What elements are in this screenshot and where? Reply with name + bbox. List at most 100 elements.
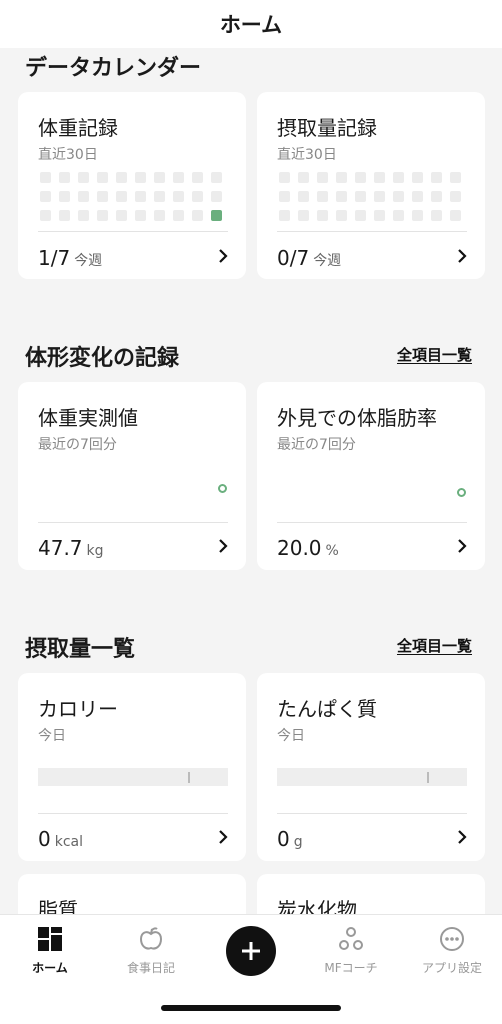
calendar-day xyxy=(412,172,423,183)
calendar-day xyxy=(173,172,184,183)
calendar-day xyxy=(192,172,203,183)
fat-card[interactable]: 脂質 xyxy=(18,874,246,914)
card-title: カロリー xyxy=(38,697,118,721)
calendar-day xyxy=(374,191,385,202)
calendar-day xyxy=(116,172,127,183)
card-title: 脂質 xyxy=(38,898,78,914)
calendar-day xyxy=(431,210,442,221)
calendar-day xyxy=(211,191,222,202)
intake-record-card[interactable]: 摂取量記録 直近30日 0/7 今週 xyxy=(257,92,485,279)
calendar-day xyxy=(78,191,89,202)
calendar-day xyxy=(59,191,70,202)
chevron-right-icon[interactable] xyxy=(455,249,469,263)
calendar-day xyxy=(393,191,404,202)
chevron-right-icon[interactable] xyxy=(216,539,230,553)
calendar-day xyxy=(431,191,442,202)
target-marker xyxy=(188,772,190,783)
card-title: 摂取量記録 xyxy=(277,116,377,140)
calendar-day xyxy=(336,172,347,183)
calendar-day xyxy=(393,172,404,183)
value-unit: 今週 xyxy=(74,253,103,269)
coach-dots-icon xyxy=(337,925,365,953)
calendar-day xyxy=(59,210,70,221)
calendar-day xyxy=(450,191,461,202)
protein-card[interactable]: たんぱく質 今日 0 g xyxy=(257,673,485,861)
value-number: 0 xyxy=(38,827,51,851)
calendar-day xyxy=(298,191,309,202)
card-value: 0 kcal xyxy=(38,827,83,851)
tab-mf-coach[interactable]: MFコーチ xyxy=(306,925,396,976)
card-value: 1/7 今週 xyxy=(38,246,102,270)
carbohydrate-card[interactable]: 炭水化物 xyxy=(257,874,485,914)
calendar-day xyxy=(97,172,108,183)
tab-home[interactable]: ホーム xyxy=(5,925,95,976)
page-title: ホーム xyxy=(219,13,283,37)
value-number: 20.0 xyxy=(277,536,322,560)
calendar-day xyxy=(450,172,461,183)
tab-label: 食事日記 xyxy=(126,961,175,975)
calendar-day-recorded xyxy=(211,210,222,221)
calendar-day xyxy=(192,210,203,221)
calendar-day xyxy=(412,191,423,202)
calendar-day xyxy=(355,172,366,183)
add-record-button[interactable] xyxy=(226,926,276,976)
calendar-day xyxy=(412,210,423,221)
card-divider xyxy=(277,522,467,523)
top-header: ホーム xyxy=(0,0,502,48)
calendar-day xyxy=(154,210,165,221)
weight-record-card[interactable]: 体重記録 直近30日 1/7 今週 xyxy=(18,92,246,279)
home-content[interactable]: データカレンダー 体重記録 直近30日 1/7 今週 摂取量記録 直近30日 0… xyxy=(0,48,502,914)
calendar-day xyxy=(336,210,347,221)
chevron-right-icon[interactable] xyxy=(455,539,469,553)
calorie-card[interactable]: カロリー 今日 0 kcal xyxy=(18,673,246,861)
calendar-day xyxy=(355,210,366,221)
tab-food-diary[interactable]: 食事日記 xyxy=(106,925,196,976)
plus-icon xyxy=(242,942,260,960)
value-unit: 今週 xyxy=(313,253,342,269)
card-title: たんぱく質 xyxy=(277,697,377,721)
value-number: 0 xyxy=(277,827,290,851)
section-title-body-change: 体形変化の記録 xyxy=(25,346,180,371)
calendar-day xyxy=(116,210,127,221)
tab-app-settings[interactable]: アプリ設定 xyxy=(407,925,497,976)
home-grid-icon xyxy=(36,925,64,953)
chevron-right-icon[interactable] xyxy=(455,830,469,844)
card-value: 47.7 kg xyxy=(38,536,104,560)
see-all-link-intake[interactable]: 全項目一覧 xyxy=(397,635,472,656)
calendar-day xyxy=(135,191,146,202)
chevron-right-icon[interactable] xyxy=(216,249,230,263)
calendar-day xyxy=(40,210,51,221)
chevron-right-icon[interactable] xyxy=(216,830,230,844)
calendar-day xyxy=(173,210,184,221)
calendar-day xyxy=(78,210,89,221)
card-value: 0 g xyxy=(277,827,303,851)
chart-point xyxy=(457,488,466,497)
calendar-day xyxy=(431,172,442,183)
card-title: 体重記録 xyxy=(38,116,118,140)
card-subtitle: 今日 xyxy=(38,728,66,744)
card-subtitle: 直近30日 xyxy=(277,147,337,163)
calendar-day xyxy=(116,191,127,202)
calendar-day xyxy=(135,210,146,221)
calendar-day xyxy=(78,172,89,183)
calendar-day xyxy=(298,172,309,183)
measured-weight-card[interactable]: 体重実測値 最近の7回分 47.7 kg xyxy=(18,382,246,570)
card-title: 体重実測値 xyxy=(38,406,138,430)
calendar-day xyxy=(40,172,51,183)
value-unit: kg xyxy=(86,543,104,559)
card-divider xyxy=(38,813,228,814)
calendar-day xyxy=(154,172,165,183)
card-subtitle: 最近の7回分 xyxy=(277,437,356,453)
calendar-day xyxy=(374,210,385,221)
body-fat-card[interactable]: 外見での体脂肪率 最近の7回分 20.0 % xyxy=(257,382,485,570)
calendar-day xyxy=(317,191,328,202)
calendar-day xyxy=(393,210,404,221)
value-number: 0/7 xyxy=(277,246,310,270)
calendar-day xyxy=(450,210,461,221)
home-indicator xyxy=(161,1005,341,1011)
intake-progress-bar xyxy=(38,768,228,786)
see-all-link-body-change[interactable]: 全項目一覧 xyxy=(397,344,472,365)
calendar-day xyxy=(317,172,328,183)
card-divider xyxy=(38,231,228,232)
card-value: 0/7 今週 xyxy=(277,246,341,270)
